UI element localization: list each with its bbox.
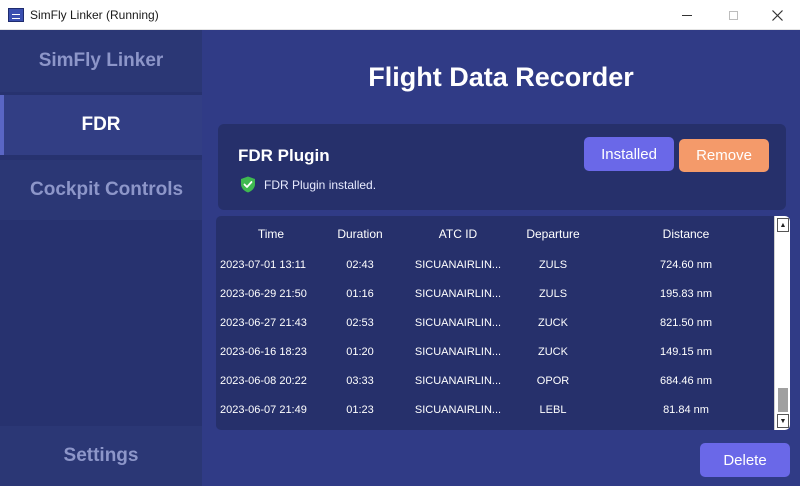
table-row[interactable]: 2023-06-07 21:49 01:23 SICUANAIRLIN... L… <box>216 397 772 426</box>
cell-duration: 02:53 <box>346 317 374 329</box>
sidebar-item-label: FDR <box>81 114 121 135</box>
cell-atc-id: SICUANAIRLIN... <box>414 259 502 271</box>
cell-atc-id: SICUANAIRLIN... <box>414 346 502 358</box>
sidebar-item-settings[interactable]: Settings <box>0 426 202 486</box>
cell-distance: 821.50 nm <box>660 317 712 329</box>
column-header-atc-id[interactable]: ATC ID <box>428 227 488 241</box>
cell-distance: 684.46 nm <box>660 375 712 387</box>
cell-departure: OPOR <box>536 375 570 387</box>
sidebar-item-cockpit-controls[interactable]: Cockpit Controls <box>0 160 202 220</box>
sidebar-item-fdr[interactable]: FDR <box>0 95 202 155</box>
table-scrollbar[interactable]: ▲ ▼ <box>774 216 790 430</box>
chevron-up-icon: ▲ <box>779 221 787 229</box>
chevron-down-icon: ▼ <box>779 417 787 425</box>
cell-distance: 149.15 nm <box>660 346 712 358</box>
main-panel: Flight Data Recorder FDR Plugin FDR Plug… <box>202 30 800 486</box>
maximize-button[interactable] <box>710 0 756 30</box>
sidebar-item-label: Settings <box>63 445 139 466</box>
cell-duration: 01:16 <box>346 288 374 300</box>
close-icon <box>771 9 783 21</box>
cell-atc-id: SICUANAIRLIN... <box>414 375 502 387</box>
scroll-thumb[interactable] <box>778 388 788 412</box>
close-button[interactable] <box>754 0 800 30</box>
plugin-status: FDR Plugin installed. <box>240 176 376 193</box>
shield-check-icon <box>241 176 255 193</box>
minimize-icon <box>682 14 692 16</box>
cell-duration: 01:20 <box>346 346 374 358</box>
column-header-distance[interactable]: Distance <box>646 227 726 241</box>
cell-time: 2023-06-29 21:50 <box>220 288 307 300</box>
cell-departure: ZULS <box>538 259 568 271</box>
flight-table: Time Duration ATC ID Departure Distance … <box>216 216 790 430</box>
sidebar: SimFly Linker FDR Cockpit Controls Setti… <box>0 30 202 486</box>
cell-distance: 724.60 nm <box>660 259 712 271</box>
cell-distance: 81.84 nm <box>663 404 709 416</box>
delete-button[interactable]: Delete <box>700 443 790 477</box>
scroll-down-button[interactable]: ▼ <box>777 414 789 428</box>
cell-time: 2023-06-08 20:22 <box>220 375 307 387</box>
sidebar-app-name: SimFly Linker <box>0 30 202 92</box>
scroll-up-button[interactable]: ▲ <box>777 218 789 232</box>
cell-departure: ZUCK <box>538 317 568 329</box>
cell-atc-id: SICUANAIRLIN... <box>414 317 502 329</box>
cell-departure: ZULS <box>538 288 568 300</box>
table-row[interactable]: 2023-06-16 18:23 01:20 SICUANAIRLIN... Z… <box>216 339 772 368</box>
cell-departure: ZUCK <box>538 346 568 358</box>
sidebar-item-label: Cockpit Controls <box>30 179 184 200</box>
table-row[interactable]: 2023-07-01 13:11 02:43 SICUANAIRLIN... Z… <box>216 252 772 281</box>
cell-distance: 195.83 nm <box>660 288 712 300</box>
app-icon <box>8 8 24 22</box>
cell-time: 2023-07-01 13:11 <box>220 259 307 271</box>
cell-time: 2023-06-16 18:23 <box>220 346 307 358</box>
cell-time: 2023-06-07 21:49 <box>220 404 307 416</box>
table-row[interactable]: 2023-06-08 20:22 03:33 SICUANAIRLIN... O… <box>216 368 772 397</box>
plugin-status-text: FDR Plugin installed. <box>264 177 377 192</box>
cell-duration: 01:23 <box>346 404 374 416</box>
plugin-title: FDR Plugin <box>238 146 330 165</box>
cell-departure: LEBL <box>539 404 567 416</box>
title-bar[interactable]: SimFly Linker (Running) <box>0 0 800 30</box>
column-header-departure[interactable]: Departure <box>518 227 588 241</box>
remove-button[interactable]: Remove <box>679 139 769 172</box>
cell-duration: 02:43 <box>346 259 374 271</box>
maximize-icon <box>728 10 738 20</box>
window-title: SimFly Linker (Running) <box>30 8 159 22</box>
installed-button[interactable]: Installed <box>584 137 674 171</box>
cell-atc-id: SICUANAIRLIN... <box>414 288 502 300</box>
minimize-button[interactable] <box>664 0 710 30</box>
column-header-duration[interactable]: Duration <box>332 227 388 241</box>
cell-time: 2023-06-27 21:43 <box>220 317 307 329</box>
table-row[interactable]: 2023-06-27 21:43 02:53 SICUANAIRLIN... Z… <box>216 310 772 339</box>
plugin-card: FDR Plugin FDR Plugin installed. Install… <box>218 124 786 210</box>
table-header: Time Duration ATC ID Departure Distance <box>216 216 772 250</box>
cell-duration: 03:33 <box>346 375 374 387</box>
page-title: Flight Data Recorder <box>368 62 634 92</box>
column-header-time[interactable]: Time <box>246 227 296 241</box>
table-row[interactable]: 2023-06-29 21:50 01:16 SICUANAIRLIN... Z… <box>216 281 772 310</box>
cell-atc-id: SICUANAIRLIN... <box>414 404 502 416</box>
